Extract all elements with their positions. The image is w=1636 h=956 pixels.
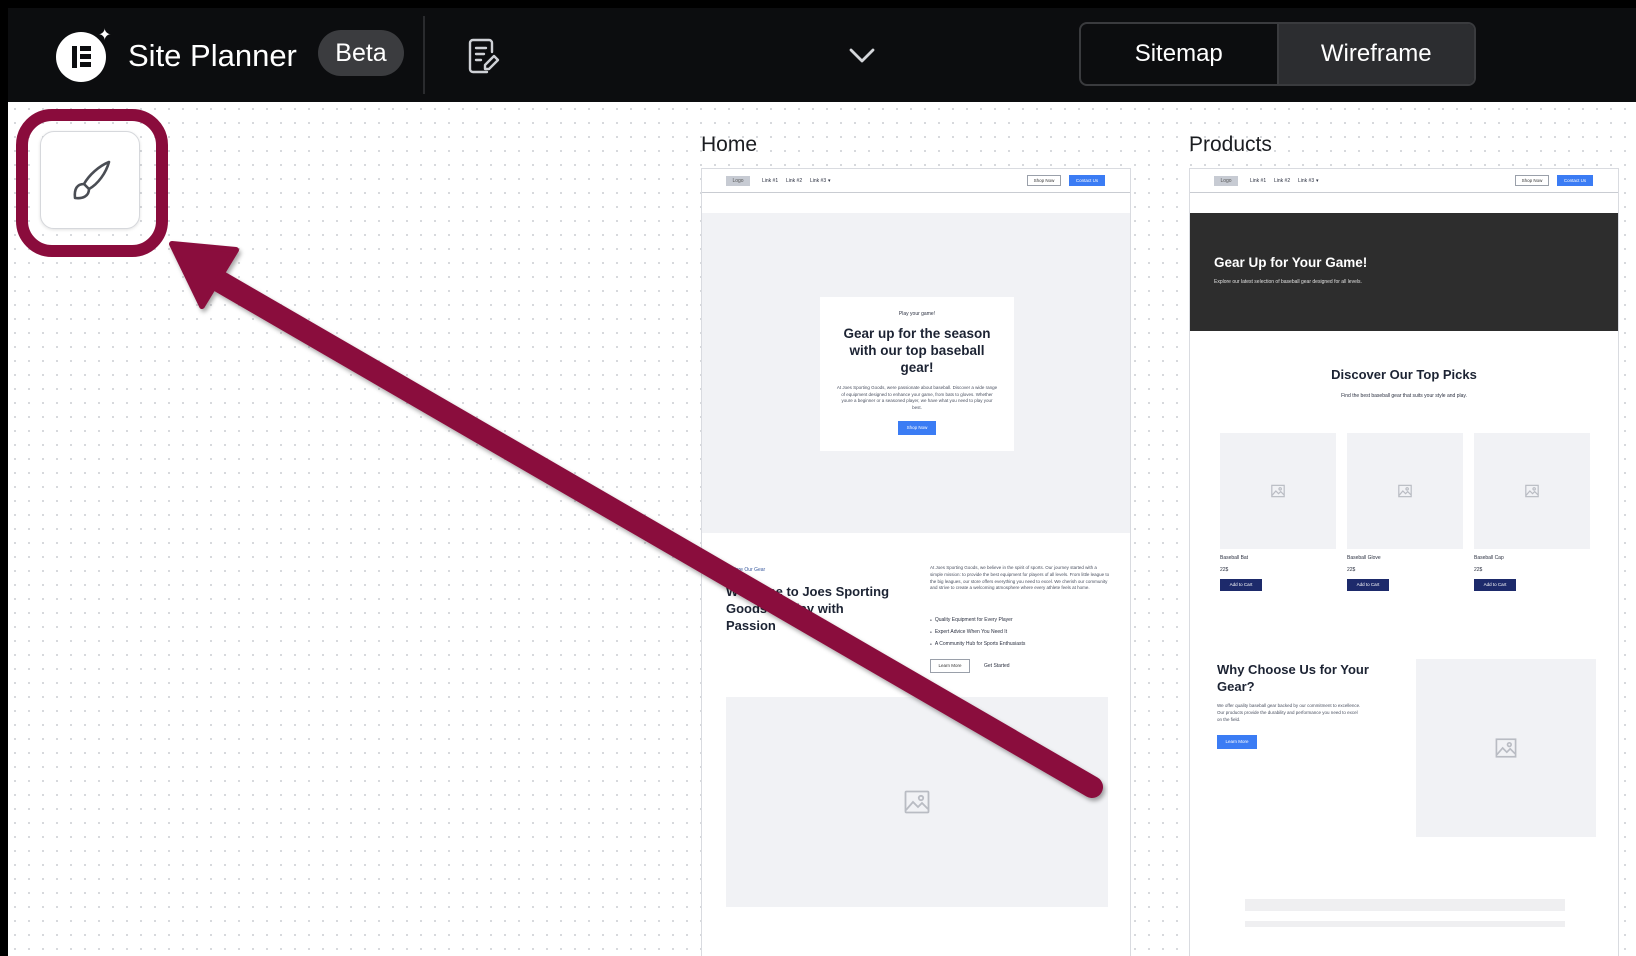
product-price: 22$ [1220, 567, 1229, 573]
why-learn-button[interactable]: Learn More [1217, 735, 1257, 749]
page-label-home: Home [701, 133, 758, 156]
nav-dropdown-caret-icon[interactable]: ▾ [828, 178, 831, 184]
page-edit-icon[interactable] [463, 36, 503, 76]
why-image-placeholder [1416, 659, 1596, 837]
why-body: We offer quality baseball gear backed by… [1217, 703, 1361, 722]
products-nav: Logo Link #1 Link #2 Link #3 ▾ Shop Now … [1190, 169, 1618, 193]
nav-logo: Logo [726, 176, 750, 186]
product-image-placeholder [1474, 433, 1590, 549]
about-body: At Joes Sporting Goods, we believe in th… [930, 565, 1110, 591]
product-image-placeholder [1220, 433, 1336, 549]
about-start-link[interactable]: Get Started [984, 663, 1010, 669]
nav-link-3[interactable]: Link #3 [1298, 178, 1314, 184]
about-bullet-1: Quality Equipment for Every Player [930, 617, 1013, 623]
products-banner: Gear Up for Your Game! Explore our lates… [1190, 213, 1618, 331]
product-price: 22$ [1474, 567, 1483, 573]
about-bullet-3: A Community Hub for Sports Enthusiasts [930, 641, 1026, 647]
picks-body: Find the best baseball gear that suits y… [1341, 393, 1467, 399]
product-price: 22$ [1347, 567, 1356, 573]
nav-contact-button[interactable]: Contact Us [1557, 175, 1593, 186]
beta-badge: Beta [318, 30, 404, 76]
add-to-cart-button[interactable]: Add to Cart [1347, 579, 1389, 591]
screenshot-frame: ✦ Site Planner Beta Sitemap Wireframe Ho… [0, 0, 1636, 956]
home-wireframe[interactable]: Logo Link #1 Link #2 Link #3 ▾ Shop Now … [701, 168, 1131, 956]
nav-shop-button[interactable]: Shop Now [1027, 175, 1061, 186]
hero-eyebrow: Play your game! [898, 311, 936, 317]
image-placeholder-icon [1398, 484, 1412, 498]
page-label-products: Products [1189, 133, 1272, 156]
skeleton-bar [1245, 899, 1565, 911]
product-name: Baseball Cap [1474, 555, 1504, 561]
add-to-cart-button[interactable]: Add to Cart [1474, 579, 1516, 591]
image-placeholder-icon [1525, 484, 1539, 498]
nav-link-2[interactable]: Link #2 [786, 178, 802, 184]
nav-contact-button[interactable]: Contact Us [1069, 175, 1105, 186]
hero-shop-button[interactable]: Shop Now [898, 421, 936, 435]
why-heading: Why Choose Us for Your Gear? [1217, 662, 1369, 694]
banner-body: Explore our latest selection of baseball… [1214, 279, 1362, 285]
nav-shop-button[interactable]: Shop Now [1515, 175, 1549, 186]
nav-link-3[interactable]: Link #3 [810, 178, 826, 184]
nav-dropdown-caret-icon[interactable]: ▾ [1316, 178, 1319, 184]
about-heading: Welcome to Joes Sporting Goods — Play wi… [726, 584, 890, 633]
home-image-placeholder [726, 697, 1108, 907]
about-learn-button[interactable]: Learn More [930, 659, 970, 673]
hero-card: Play your game! Gear up for the season w… [820, 297, 1014, 451]
app-title: Site Planner [128, 38, 297, 73]
wireframe-tab[interactable]: Wireframe [1276, 24, 1474, 84]
nav-link-1[interactable]: Link #1 [762, 178, 778, 184]
hero-body: At Joes Sporting Goods, were passionate … [836, 385, 998, 410]
sparkle-icon: ✦ [98, 27, 112, 44]
image-placeholder-icon [1495, 738, 1517, 758]
nav-logo: Logo [1214, 176, 1238, 186]
hero-heading: Gear up for the season with our top base… [843, 326, 991, 375]
image-placeholder-icon [1271, 484, 1285, 498]
about-bullet-2: Expert Advice When You Need It [930, 629, 1007, 635]
sitemap-tab[interactable]: Sitemap [1081, 24, 1277, 84]
view-toggle: Sitemap Wireframe [1079, 22, 1476, 86]
add-to-cart-button[interactable]: Add to Cart [1220, 579, 1262, 591]
image-placeholder-icon [904, 790, 930, 814]
highlight-frame [16, 109, 168, 257]
about-eyebrow: Explore Our Gear [726, 567, 766, 573]
picks-heading: Discover Our Top Picks [1331, 367, 1477, 382]
chevron-down-icon[interactable] [846, 44, 878, 68]
nav-link-1[interactable]: Link #1 [1250, 178, 1266, 184]
product-name: Baseball Bat [1220, 555, 1249, 561]
products-wireframe[interactable]: Logo Link #1 Link #2 Link #3 ▾ Shop Now … [1189, 168, 1619, 956]
nav-link-2[interactable]: Link #2 [1274, 178, 1290, 184]
product-name: Baseball Glove [1347, 555, 1381, 561]
home-nav: Logo Link #1 Link #2 Link #3 ▾ Shop Now … [702, 169, 1130, 193]
product-image-placeholder [1347, 433, 1463, 549]
banner-heading: Gear Up for Your Game! [1214, 255, 1368, 270]
top-bar: ✦ Site Planner Beta Sitemap Wireframe [8, 8, 1636, 102]
toolbar-divider [423, 16, 425, 94]
skeleton-bar [1245, 921, 1565, 927]
